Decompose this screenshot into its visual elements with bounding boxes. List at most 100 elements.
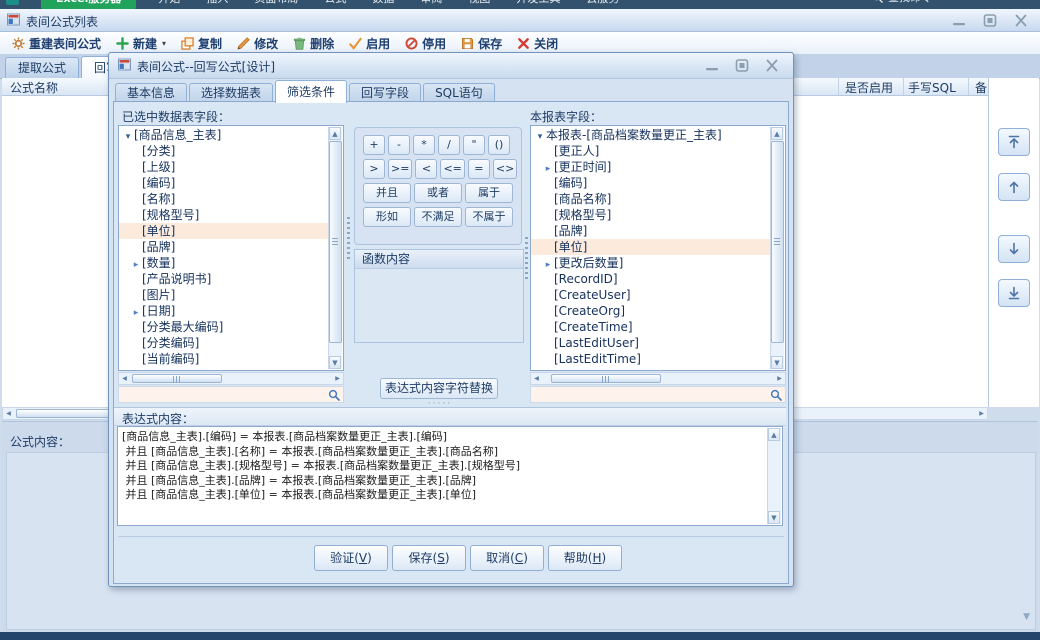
operator-button[interactable]: <=: [440, 159, 464, 179]
menu-item[interactable]: 开始: [158, 0, 180, 6]
toolbar-button-new[interactable]: 新建▾: [116, 35, 166, 52]
tree-item[interactable]: [CreateOrg]: [531, 303, 771, 319]
menu-item[interactable]: 审阅: [420, 0, 442, 6]
scroll-down-icon[interactable]: ▼: [329, 356, 341, 369]
tree-item[interactable]: [RecordID]: [531, 271, 771, 287]
tree-item[interactable]: [产品说明书]: [119, 271, 329, 287]
menu-item[interactable]: 公式: [324, 0, 346, 6]
operator-button[interactable]: *: [413, 135, 435, 155]
tree-item[interactable]: [RecordID]: [119, 367, 329, 369]
scrollbar-thumb[interactable]: [551, 374, 661, 383]
operator-button[interactable]: >: [363, 159, 385, 179]
tree-vertical-scrollbar[interactable]: ▲ ▼: [770, 127, 784, 369]
operator-button[interactable]: 并且: [363, 183, 411, 203]
function-list[interactable]: [355, 269, 523, 341]
tree-item[interactable]: [LastEditUser]: [531, 335, 771, 351]
save-button[interactable]: 保存(S): [392, 545, 466, 571]
search-icon[interactable]: [770, 389, 782, 401]
toolbar-button-disable[interactable]: 停用: [405, 35, 446, 52]
splitter-handle[interactable]: [347, 217, 350, 259]
tree-item[interactable]: [编码]: [531, 175, 771, 191]
toolbar-button-save[interactable]: 保存: [461, 35, 502, 52]
operator-button[interactable]: 属于: [465, 183, 513, 203]
tree-item[interactable]: [更正人]: [531, 143, 771, 159]
menu-item[interactable]: 视图: [468, 0, 490, 6]
dialog-minimize-button[interactable]: [703, 59, 721, 72]
move-bottom-button[interactable]: [998, 279, 1030, 307]
operator-button[interactable]: +: [363, 135, 385, 155]
main-tab-1[interactable]: 提取公式: [5, 57, 79, 78]
scrollbar-thumb[interactable]: [329, 141, 342, 343]
tree-item[interactable]: [当前编码]: [119, 351, 329, 367]
operator-button[interactable]: <>: [493, 159, 517, 179]
tree-closed-arrow-icon[interactable]: ▸: [542, 257, 554, 271]
tree-item[interactable]: [CreateTime]: [531, 319, 771, 335]
tree-item[interactable]: [品牌]: [531, 223, 771, 239]
splitter-handle[interactable]: [525, 237, 528, 279]
toolbar-button-enable[interactable]: 启用: [349, 35, 390, 52]
selected-table-fields-tree[interactable]: ▾[商品信息_主表][分类][上级][编码][名称][规格型号][单位][品牌]…: [118, 125, 344, 371]
tree-item[interactable]: [RecordStatus]: [531, 367, 771, 369]
tree-item[interactable]: [编码]: [119, 175, 329, 191]
tree-open-arrow-icon[interactable]: ▾: [534, 129, 546, 143]
tree-item[interactable]: [品牌]: [119, 239, 329, 255]
close-button[interactable]: [1012, 14, 1030, 27]
search-icon[interactable]: [328, 389, 340, 401]
scroll-right-icon[interactable]: ▶: [774, 373, 785, 384]
column-separator[interactable]: [838, 78, 839, 95]
move-down-button[interactable]: [998, 235, 1030, 263]
tree-item[interactable]: [单位]: [531, 239, 771, 255]
scroll-down-icon[interactable]: ▼: [771, 356, 783, 369]
dialog-tab-5[interactable]: SQL语句: [423, 83, 495, 103]
report-fields-tree[interactable]: ▾本报表-[商品档案数量更正_主表][更正人]▸[更正时间][编码][商品名称]…: [530, 125, 786, 371]
operator-button[interactable]: ": [463, 135, 485, 155]
column-enabled[interactable]: 是否启用: [845, 79, 893, 96]
scroll-down-icon[interactable]: ▼: [1023, 612, 1030, 622]
app-logo[interactable]: Excel服务器: [41, 0, 136, 9]
tree-open-arrow-icon[interactable]: ▾: [122, 129, 134, 143]
tree-item[interactable]: [名称]: [119, 191, 329, 207]
dropdown-caret-icon[interactable]: ▾: [162, 39, 166, 48]
dialog-titlebar[interactable]: 表间公式--回写公式[设计]: [109, 53, 793, 79]
command-search[interactable]: 查找命令: [872, 0, 932, 5]
expression-vertical-scrollbar[interactable]: ▲ ▼: [767, 428, 781, 524]
operator-button[interactable]: 形如: [363, 207, 411, 227]
tree-item[interactable]: [规格型号]: [531, 207, 771, 223]
tree-item[interactable]: ▾本报表-[商品档案数量更正_主表]: [531, 127, 771, 143]
scroll-right-icon[interactable]: ▶: [976, 408, 987, 419]
tree-horizontal-scrollbar[interactable]: ◀ ▶: [530, 372, 786, 385]
tree-item[interactable]: [分类最大编码]: [119, 319, 329, 335]
tree-item[interactable]: [分类]: [119, 143, 329, 159]
scroll-left-icon[interactable]: ◀: [531, 373, 542, 384]
dialog-tab-3[interactable]: 筛选条件: [275, 80, 347, 103]
menu-item[interactable]: 插入: [206, 0, 228, 6]
tree-item[interactable]: [分类编码]: [119, 335, 329, 351]
tree-closed-arrow-icon[interactable]: ▸: [130, 257, 142, 271]
tree-item[interactable]: ▸[更正时间]: [531, 159, 771, 175]
dialog-tab-2[interactable]: 选择数据表: [189, 83, 273, 103]
toolbar-button-modify[interactable]: 修改: [237, 35, 278, 52]
help-button[interactable]: 帮助(H): [548, 545, 622, 571]
expression-editor[interactable]: [商品信息_主表].[编码] = 本报表.[商品档案数量更正_主表].[编码] …: [117, 426, 783, 526]
operator-button[interactable]: /: [438, 135, 460, 155]
tree-item[interactable]: [商品名称]: [531, 191, 771, 207]
scroll-left-icon[interactable]: ◀: [3, 408, 14, 419]
tree-item[interactable]: [上级]: [119, 159, 329, 175]
tree-item[interactable]: ▸[数量]: [119, 255, 329, 271]
scrollbar-thumb[interactable]: [771, 141, 784, 343]
operator-button[interactable]: <: [415, 159, 437, 179]
dialog-tab-1[interactable]: 基本信息: [115, 83, 187, 103]
column-handwritten-sql[interactable]: 手写SQL: [908, 79, 956, 96]
move-up-button[interactable]: [998, 173, 1030, 201]
tree-closed-arrow-icon[interactable]: ▸: [130, 305, 142, 319]
cancel-button[interactable]: 取消(C): [470, 545, 544, 571]
tree-item[interactable]: ▸[日期]: [119, 303, 329, 319]
menu-item[interactable]: 数据: [372, 0, 394, 6]
right-field-search-input[interactable]: [533, 388, 771, 403]
scroll-down-icon[interactable]: ▼: [768, 511, 780, 524]
scroll-right-icon[interactable]: ▶: [332, 373, 343, 384]
column-separator[interactable]: [903, 78, 904, 95]
operator-button[interactable]: 不属于: [465, 207, 513, 227]
validate-button[interactable]: 验证(V): [314, 545, 388, 571]
tree-horizontal-scrollbar[interactable]: ◀ ▶: [118, 372, 344, 385]
